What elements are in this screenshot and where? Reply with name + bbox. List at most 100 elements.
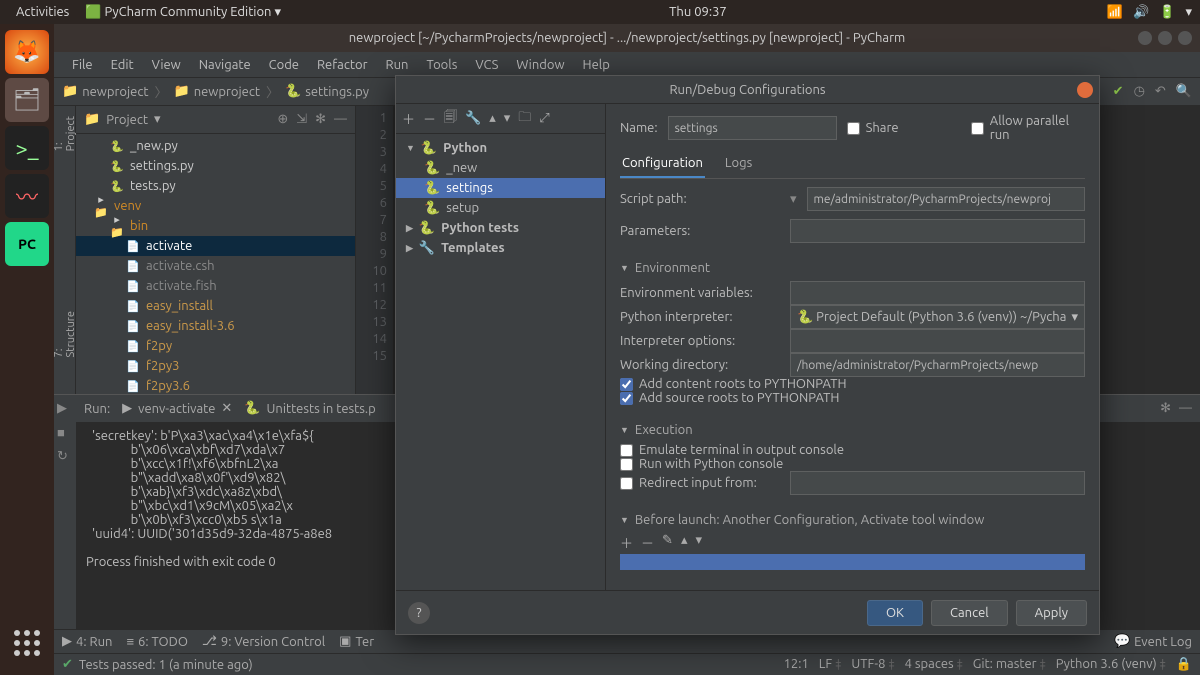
clock[interactable]: Thu 09:37 (661, 5, 735, 19)
bl-remove-icon[interactable]: － (641, 533, 654, 552)
help-button[interactable]: ? (408, 602, 430, 624)
remove-icon[interactable]: － (423, 109, 436, 128)
folder-icon[interactable]: 🗀 (518, 108, 531, 130)
locate-icon[interactable]: ⊕ (277, 112, 288, 127)
wrench-icon[interactable]: 🔧 (465, 111, 481, 126)
run-ok-icon[interactable]: ✔ (1113, 84, 1124, 99)
app-menu[interactable]: 🟩 PyCharm Community Edition ▾ (77, 5, 289, 20)
tree-node[interactable]: 📄f2py (76, 336, 355, 356)
status-indent[interactable]: 4 spaces ‡ (905, 657, 963, 672)
exec-section-header[interactable]: Execution (635, 423, 693, 437)
tree-node[interactable]: 📄f2py3.6 (76, 376, 355, 394)
dialog-close-button[interactable] (1077, 82, 1093, 98)
apply-button[interactable]: Apply (1016, 600, 1087, 626)
tab-eventlog[interactable]: 💬 Event Log (1114, 634, 1192, 649)
share-checkbox[interactable]: Share (847, 121, 961, 135)
tab-run[interactable]: ▶ 4: Run (62, 634, 112, 649)
menu-navigate[interactable]: Navigate (191, 56, 259, 74)
tree-node[interactable]: 📄easy_install (76, 296, 355, 316)
name-input[interactable] (668, 116, 837, 140)
tree-node[interactable]: 📄activate (76, 236, 355, 256)
status-line-sep[interactable]: LF ‡ (819, 657, 842, 672)
window-minimize[interactable] (1138, 31, 1152, 45)
workdir-input[interactable] (790, 353, 1085, 377)
status-position[interactable]: 12:1 (784, 657, 809, 672)
tree-node[interactable]: 🐍settings.py (76, 156, 355, 176)
menu-help[interactable]: Help (575, 56, 618, 74)
volume-icon[interactable]: 🔊 (1133, 5, 1149, 20)
gear-icon[interactable]: ✻ (315, 112, 326, 127)
run-tab-venv[interactable]: ▶ venv-activate ✕ (122, 401, 232, 416)
menu-refactor[interactable]: Refactor (309, 56, 376, 74)
project-title[interactable]: Project (106, 113, 148, 127)
tree-node[interactable]: 📄easy_install-3.6 (76, 316, 355, 336)
launcher-monitor[interactable]: 〰 (5, 174, 49, 218)
tab-logs[interactable]: Logs (723, 152, 754, 178)
collapse-icon[interactable]: ⇲ (296, 112, 307, 127)
interpreter-combo[interactable]: 🐍 Project Default (Python 3.6 (venv)) ~/… (790, 305, 1085, 329)
bl-down-icon[interactable]: ▾ (695, 533, 702, 552)
tab-terminal[interactable]: ▣ Ter (339, 634, 374, 649)
chevron-down-icon[interactable]: ▾ (1185, 5, 1192, 20)
menu-code[interactable]: Code (261, 56, 307, 74)
tab-vcs[interactable]: ⎇ 9: Version Control (202, 634, 325, 649)
tree-node[interactable]: 📄activate.fish (76, 276, 355, 296)
launcher-firefox[interactable]: 🦊 (5, 30, 49, 74)
tab-configuration[interactable]: Configuration (620, 152, 705, 178)
breadcrumb[interactable]: 📁 newproject (174, 84, 261, 99)
parallel-checkbox[interactable]: Allow parallel run (971, 114, 1085, 142)
activities-button[interactable]: Activities (8, 5, 77, 19)
chk-emulate-terminal[interactable]: Emulate terminal in output console (620, 443, 1085, 457)
parameters-input[interactable] (790, 219, 1085, 243)
tree-node[interactable]: 📄activate.csh (76, 256, 355, 276)
ok-button[interactable]: OK (867, 600, 923, 626)
window-maximize[interactable] (1158, 31, 1172, 45)
run-play-icon[interactable]: ▶ (57, 401, 73, 417)
before-launch-header[interactable]: Before launch: Another Configuration, Ac… (635, 513, 984, 527)
before-launch-item[interactable] (620, 554, 1085, 570)
env-section-header[interactable]: Environment (635, 261, 710, 275)
menu-file[interactable]: File (64, 56, 101, 74)
config-tree[interactable]: ▼🐍Python 🐍_new 🐍settings 🐍setup ▶🐍Python… (396, 134, 605, 590)
system-tray[interactable]: 📶 🔊 🔋 ▾ (1107, 5, 1192, 20)
history-icon[interactable]: ◷ (1134, 84, 1145, 99)
bl-add-icon[interactable]: ＋ (620, 533, 633, 552)
status-encoding[interactable]: UTF-8 ‡ (851, 657, 894, 672)
tree-node[interactable]: 🐍tests.py (76, 176, 355, 196)
down-icon[interactable]: ▾ (504, 111, 511, 126)
tab-todo[interactable]: ≡ 6: TODO (126, 634, 187, 649)
run-stop-icon[interactable]: ■ (57, 425, 73, 441)
tab-structure[interactable]: 7: Structure (54, 301, 79, 367)
bl-up-icon[interactable]: ▴ (681, 533, 688, 552)
search-icon[interactable]: 🔍 (1176, 84, 1192, 99)
cancel-button[interactable]: Cancel (931, 600, 1008, 626)
chk-source-roots[interactable]: Add source roots to PYTHONPATH (620, 391, 1085, 405)
run-gear-icon[interactable]: ✻ (1160, 401, 1171, 416)
menu-run[interactable]: Run (378, 56, 417, 74)
wifi-icon[interactable]: 📶 (1107, 5, 1123, 20)
hide-icon[interactable]: — (334, 112, 347, 127)
redirect-input[interactable] (790, 471, 1085, 495)
status-git[interactable]: Git: master ‡ (973, 657, 1046, 672)
menu-vcs[interactable]: VCS (467, 56, 506, 74)
run-hide-icon[interactable]: — (1179, 401, 1192, 416)
env-vars-input[interactable] (790, 281, 1085, 305)
add-icon[interactable]: ＋ (402, 109, 415, 128)
chk-redirect-input[interactable]: Redirect input from: (620, 476, 780, 490)
menu-view[interactable]: View (144, 56, 189, 74)
interp-opts-input[interactable] (790, 329, 1085, 353)
tab-project[interactable]: 1: Project (54, 106, 79, 161)
run-restart-icon[interactable]: ↻ (57, 449, 73, 465)
chk-content-roots[interactable]: Add content roots to PYTHONPATH (620, 377, 1085, 391)
status-lock-icon[interactable]: 🔒 (1176, 657, 1192, 672)
launcher-terminal[interactable]: >_ (5, 126, 49, 170)
project-tree[interactable]: 🐍_new.py🐍settings.py🐍tests.py▸📁venv▸📁bin… (76, 134, 355, 394)
launcher-files[interactable]: 🗂 (5, 78, 49, 122)
bl-edit-icon[interactable]: ✎ (662, 533, 673, 552)
breadcrumb[interactable]: 📁 newproject (62, 84, 149, 99)
launcher-apps[interactable] (5, 621, 49, 665)
undo-icon[interactable]: ↶ (1155, 84, 1166, 99)
tree-node[interactable]: 🐍_new.py (76, 136, 355, 156)
status-interpreter[interactable]: Python 3.6 (venv) ‡ (1056, 657, 1166, 672)
breadcrumb[interactable]: 🐍 settings.py (285, 84, 369, 99)
